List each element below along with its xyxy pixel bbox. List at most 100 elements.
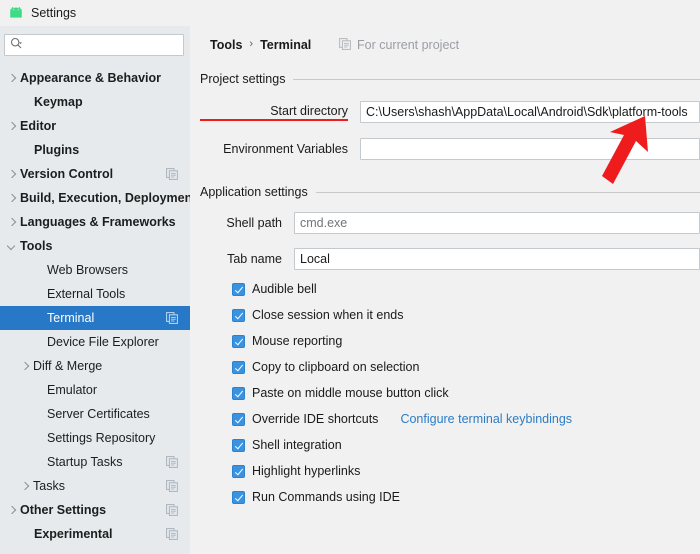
tab-name-row: Tab name	[200, 248, 700, 270]
sidebar-item-version-control[interactable]: Version Control	[0, 162, 190, 186]
checkbox-row[interactable]: Highlight hyperlinks	[232, 462, 360, 480]
sidebar-item-plugins[interactable]: Plugins	[0, 138, 190, 162]
checkbox-mouse-reporting[interactable]	[232, 335, 245, 348]
sidebar-item-tools[interactable]: Tools	[0, 234, 190, 258]
search-input[interactable]	[23, 36, 177, 54]
project-scope-icon	[166, 312, 178, 324]
sidebar-item-other-settings[interactable]: Other Settings	[0, 498, 190, 522]
environment-variables-row: Environment Variables	[200, 138, 700, 160]
checkbox-override-ide-shortcuts[interactable]	[232, 413, 245, 426]
sidebar-item-startup-tasks[interactable]: Startup Tasks	[0, 450, 190, 474]
sidebar-item-tasks[interactable]: Tasks	[0, 474, 190, 498]
sidebar-item-server-certificates[interactable]: Server Certificates	[0, 402, 190, 426]
checkbox-label: Highlight hyperlinks	[252, 464, 360, 478]
search-box[interactable]	[4, 34, 184, 56]
checkbox-row[interactable]: Override IDE shortcuts Configure terminal…	[232, 410, 572, 428]
sidebar-item-label: Startup Tasks	[47, 455, 123, 469]
chevron-right-icon[interactable]	[6, 217, 17, 228]
chevron-down-icon[interactable]	[6, 241, 17, 252]
project-settings-title: Project settings	[200, 72, 285, 86]
sidebar-item-languages-frameworks[interactable]: Languages & Frameworks	[0, 210, 190, 234]
checkbox-label: Paste on middle mouse button click	[252, 386, 449, 400]
configure-terminal-keybindings-link[interactable]: Configure terminal keybindings	[400, 412, 572, 426]
search-field-wrapper[interactable]	[4, 34, 184, 56]
settings-main-panel: Tools › Terminal For current project Pro…	[190, 26, 700, 554]
checkbox-row[interactable]: Mouse reporting	[232, 332, 342, 350]
breadcrumb-current: Terminal	[260, 38, 311, 52]
chevron-right-icon[interactable]	[19, 361, 30, 372]
sidebar-item-label: Plugins	[34, 143, 79, 157]
sidebar-item-label: Web Browsers	[47, 263, 128, 277]
sidebar-item-emulator[interactable]: Emulator	[0, 378, 190, 402]
checkbox-row[interactable]: Shell integration	[232, 436, 342, 454]
sidebar-item-label: Tasks	[33, 479, 65, 493]
project-scope-icon	[166, 480, 178, 492]
sidebar-item-diff-merge[interactable]: Diff & Merge	[0, 354, 190, 378]
sidebar-item-appearance-behavior[interactable]: Appearance & Behavior	[0, 66, 190, 90]
sidebar-item-label: Server Certificates	[47, 407, 150, 421]
checkbox-close-session-when-it-ends[interactable]	[232, 309, 245, 322]
checkbox-audible-bell[interactable]	[232, 283, 245, 296]
chevron-right-icon[interactable]	[6, 121, 17, 132]
shell-path-row: Shell path	[200, 212, 700, 234]
checkbox-label: Mouse reporting	[252, 334, 342, 348]
sidebar-item-device-file-explorer[interactable]: Device File Explorer	[0, 330, 190, 354]
breadcrumb-parent[interactable]: Tools	[210, 38, 242, 52]
sidebar-item-label: Build, Execution, Deployment	[20, 191, 196, 205]
sidebar-item-label: Appearance & Behavior	[20, 71, 161, 85]
sidebar-item-label: Experimental	[34, 527, 113, 541]
tab-name-label: Tab name	[200, 252, 282, 266]
sidebar-item-web-browsers[interactable]: Web Browsers	[0, 258, 190, 282]
chevron-right-icon[interactable]	[6, 193, 17, 204]
checkbox-run-commands-using-ide[interactable]	[232, 491, 245, 504]
project-scope-icon	[166, 528, 178, 540]
start-directory-label: Start directory	[200, 104, 348, 121]
chevron-right-icon[interactable]	[6, 169, 17, 180]
sidebar-item-keymap[interactable]: Keymap	[0, 90, 190, 114]
project-scope-icon	[166, 504, 178, 516]
sidebar-item-external-tools[interactable]: External Tools	[0, 282, 190, 306]
sidebar-item-terminal[interactable]: Terminal	[0, 306, 190, 330]
sidebar-item-label: Languages & Frameworks	[20, 215, 176, 229]
start-directory-input[interactable]	[360, 101, 700, 123]
checkbox-label: Copy to clipboard on selection	[252, 360, 419, 374]
sidebar-item-build-execution-deployment[interactable]: Build, Execution, Deployment	[0, 186, 190, 210]
checkbox-shell-integration[interactable]	[232, 439, 245, 452]
sidebar-item-label: Keymap	[34, 95, 83, 109]
sidebar-item-experimental[interactable]: Experimental	[0, 522, 190, 546]
project-scope-icon	[166, 456, 178, 468]
chevron-right-icon[interactable]	[6, 73, 17, 84]
settings-window: Settings Appearance & BehaviorKeymapEdit…	[0, 0, 700, 554]
chevron-right-icon[interactable]	[6, 505, 17, 516]
checkbox-row[interactable]: Audible bell	[232, 280, 317, 298]
environment-variables-label: Environment Variables	[200, 142, 348, 156]
settings-sidebar: Appearance & Behavior Keymap Editor Plugins…	[0, 26, 190, 554]
search-icon	[10, 37, 23, 53]
tab-name-input[interactable]	[294, 248, 700, 270]
checkbox-row[interactable]: Paste on middle mouse button click	[232, 384, 449, 402]
chevron-right-icon[interactable]	[19, 481, 30, 492]
sidebar-item-settings-repository[interactable]: Settings Repository	[0, 426, 190, 450]
sidebar-item-label: Version Control	[20, 167, 113, 181]
start-directory-row: Start directory	[200, 101, 700, 123]
shell-path-label: Shell path	[200, 216, 282, 230]
section-divider-line	[293, 79, 700, 80]
sidebar-item-label: Diff & Merge	[33, 359, 102, 373]
breadcrumb: Tools › Terminal	[210, 36, 311, 54]
checkbox-paste-on-middle-mouse-button-click[interactable]	[232, 387, 245, 400]
checkbox-row[interactable]: Copy to clipboard on selection	[232, 358, 419, 376]
sidebar-item-label: Other Settings	[20, 503, 106, 517]
checkbox-label: Shell integration	[252, 438, 342, 452]
project-scope-icon	[166, 168, 178, 180]
sidebar-item-label: Settings Repository	[47, 431, 155, 445]
sidebar-item-editor[interactable]: Editor	[0, 114, 190, 138]
checkbox-highlight-hyperlinks[interactable]	[232, 465, 245, 478]
application-settings-section-header: Application settings	[200, 185, 700, 199]
environment-variables-input[interactable]	[360, 138, 700, 160]
checkbox-row[interactable]: Run Commands using IDE	[232, 488, 400, 506]
checkbox-label: Override IDE shortcuts	[252, 412, 378, 426]
project-scope-icon	[339, 38, 351, 53]
shell-path-input[interactable]	[294, 212, 700, 234]
checkbox-row[interactable]: Close session when it ends	[232, 306, 403, 324]
checkbox-copy-to-clipboard-on-selection[interactable]	[232, 361, 245, 374]
